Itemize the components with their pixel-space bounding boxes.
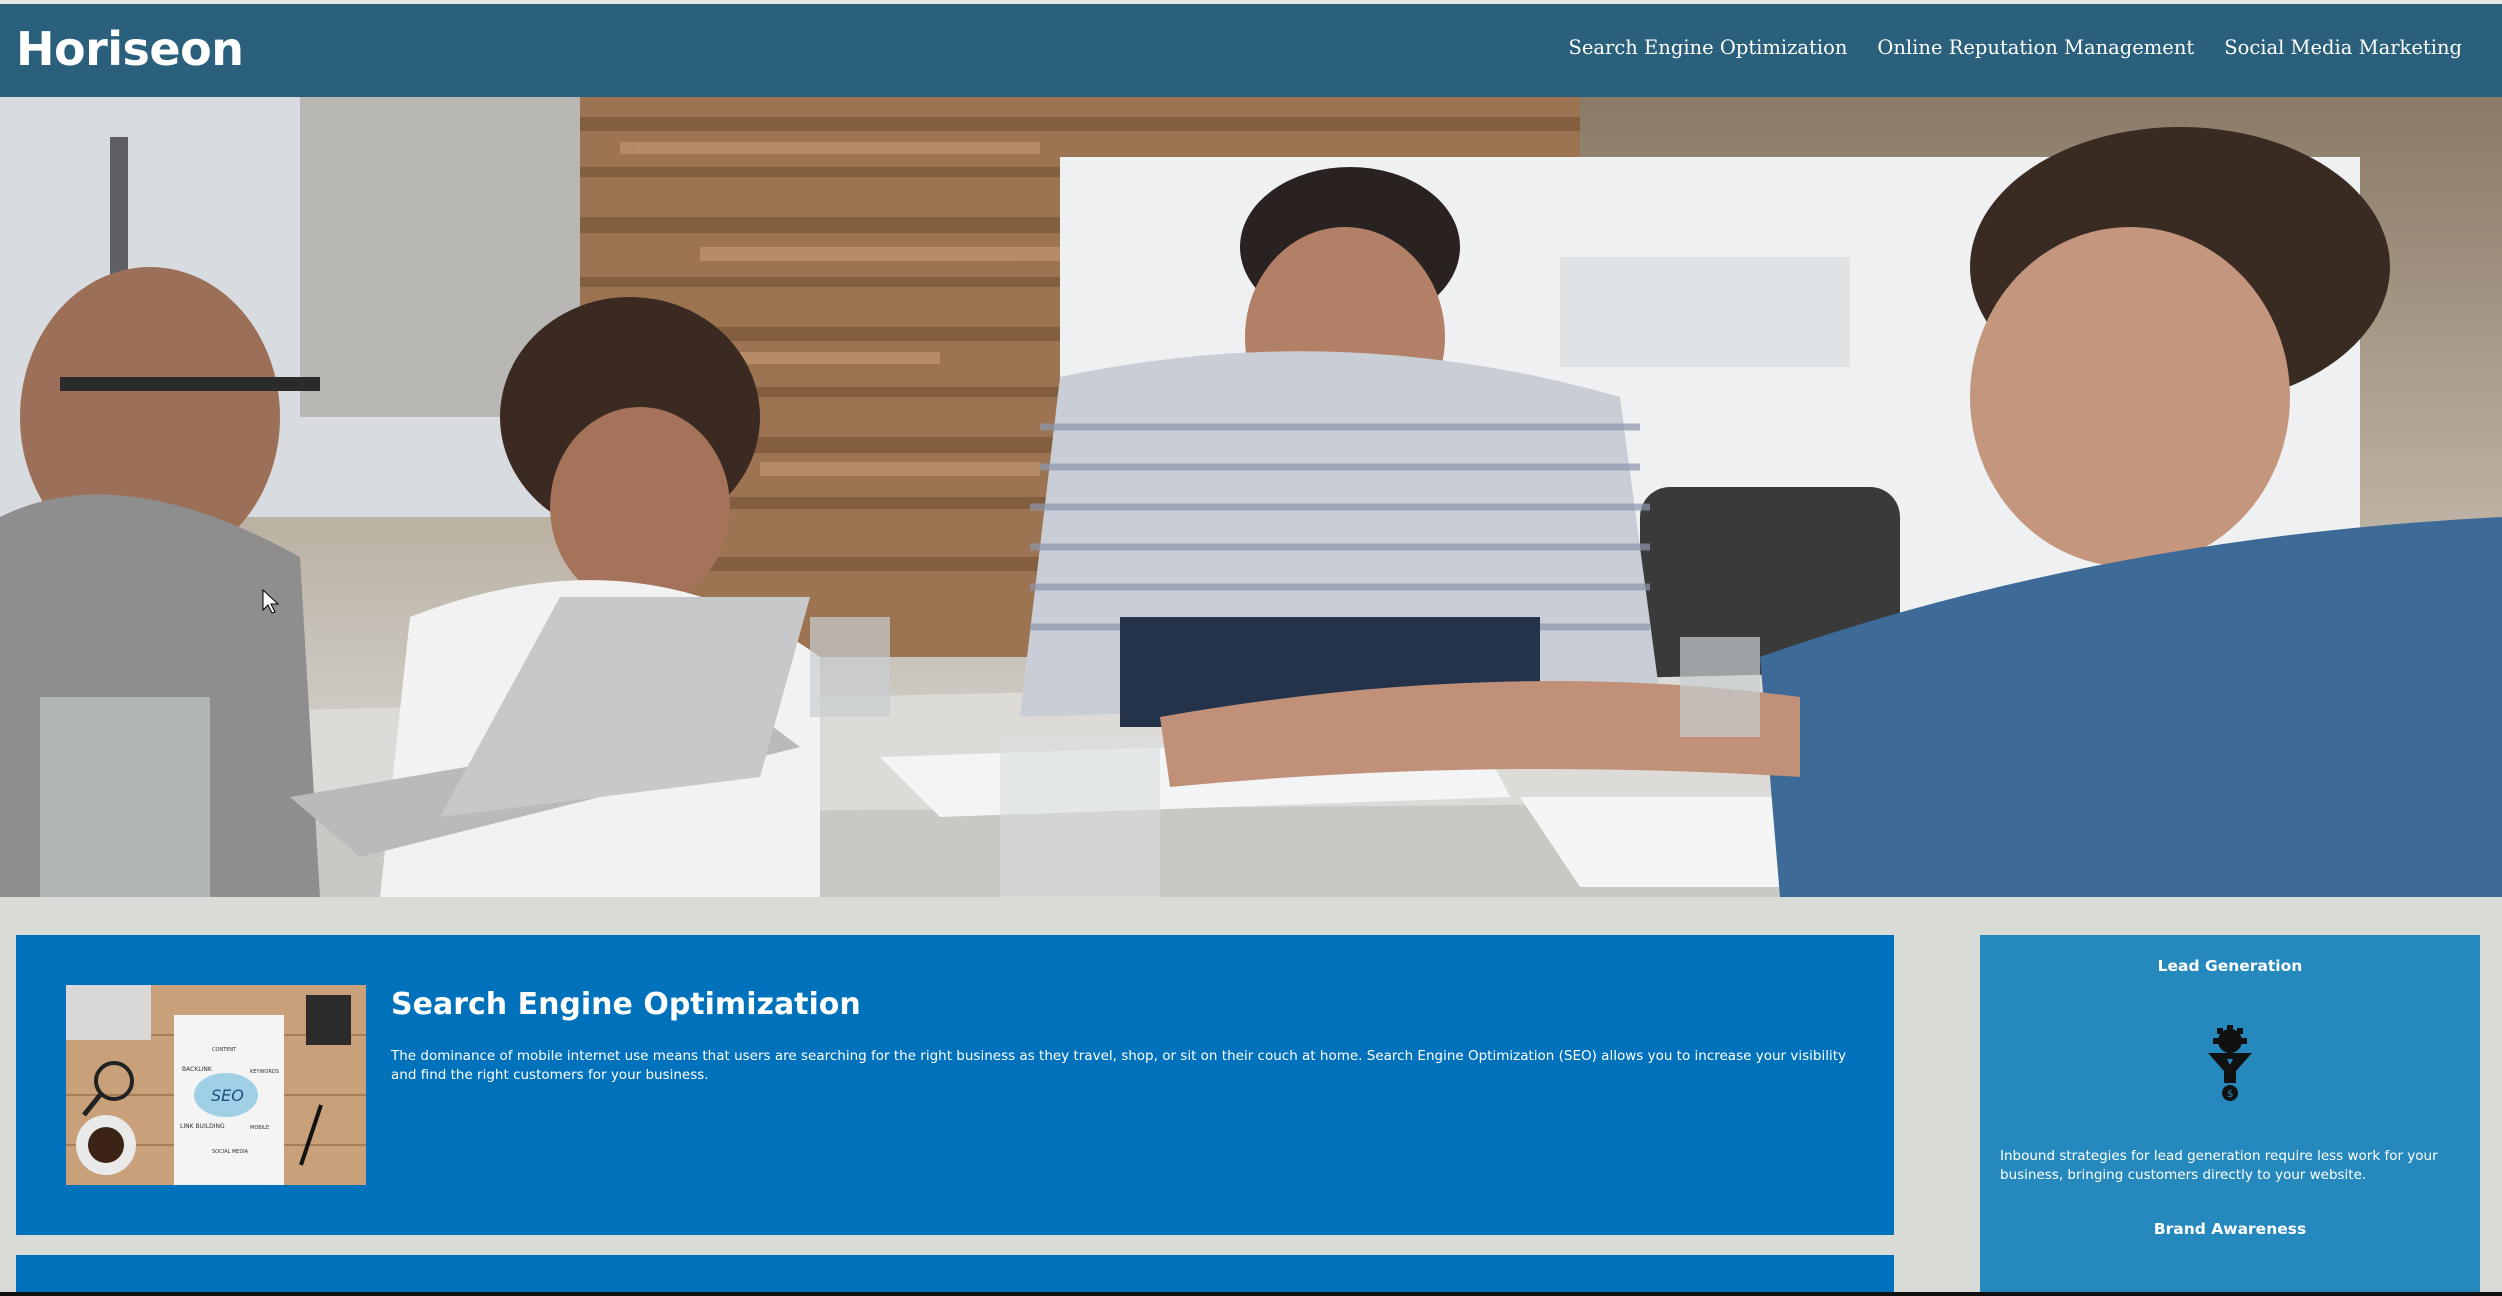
- next-section-partial: [16, 1255, 1894, 1296]
- svg-text:$: $: [2227, 1089, 2233, 1100]
- nav-link-search-engine-optimization[interactable]: Search Engine Optimization: [1569, 36, 1848, 59]
- benefits-sidebar: Lead Generation $ Inbound strategies for…: [1980, 935, 2480, 1296]
- seo-thumb-label-backlink: BACKLINK: [182, 1066, 213, 1073]
- seo-thumb-label-social-media: SOCIAL MEDIA: [212, 1149, 249, 1155]
- hero-office-meeting-photo: [0, 97, 2502, 897]
- seo-description: The dominance of mobile internet use mea…: [391, 1048, 1846, 1083]
- seo-desk-illustration: SEO CONTENT BACKLINK KEYWORDS LINK BUILD…: [66, 985, 366, 1185]
- site-logo[interactable]: Horiseon: [16, 22, 244, 76]
- lead-generation-text: Inbound strategies for lead generation r…: [2000, 1148, 2438, 1183]
- main-nav: Search Engine Optimization Online Reputa…: [1569, 36, 2462, 59]
- seo-thumbnail-image: SEO CONTENT BACKLINK KEYWORDS LINK BUILD…: [66, 985, 366, 1185]
- seo-section: SEO CONTENT BACKLINK KEYWORDS LINK BUILD…: [16, 935, 1894, 1235]
- seo-thumb-label-seo: SEO: [211, 1086, 244, 1105]
- site-header: Horiseon Search Engine Optimization Onli…: [0, 4, 2502, 97]
- lead-generation-funnel-gear-icon: $: [2208, 1025, 2252, 1101]
- nav-link-social-media-marketing[interactable]: Social Media Marketing: [2224, 36, 2462, 59]
- seo-heading: Search Engine Optimization: [391, 987, 861, 1022]
- hero-image: [0, 97, 2502, 897]
- seo-thumb-label-keywords: KEYWORDS: [250, 1069, 279, 1075]
- window-bottom-edge: [0, 1292, 2502, 1296]
- seo-thumb-label-mobile: MOBILE: [250, 1125, 269, 1131]
- seo-thumb-label-content: CONTENT: [212, 1047, 237, 1053]
- brand-awareness-heading: Brand Awareness: [2153, 1220, 2307, 1238]
- lead-generation-heading: Lead Generation: [2157, 957, 2303, 975]
- nav-link-online-reputation-management[interactable]: Online Reputation Management: [1877, 36, 2194, 59]
- seo-thumb-label-link-building: LINK BUILDING: [180, 1123, 225, 1130]
